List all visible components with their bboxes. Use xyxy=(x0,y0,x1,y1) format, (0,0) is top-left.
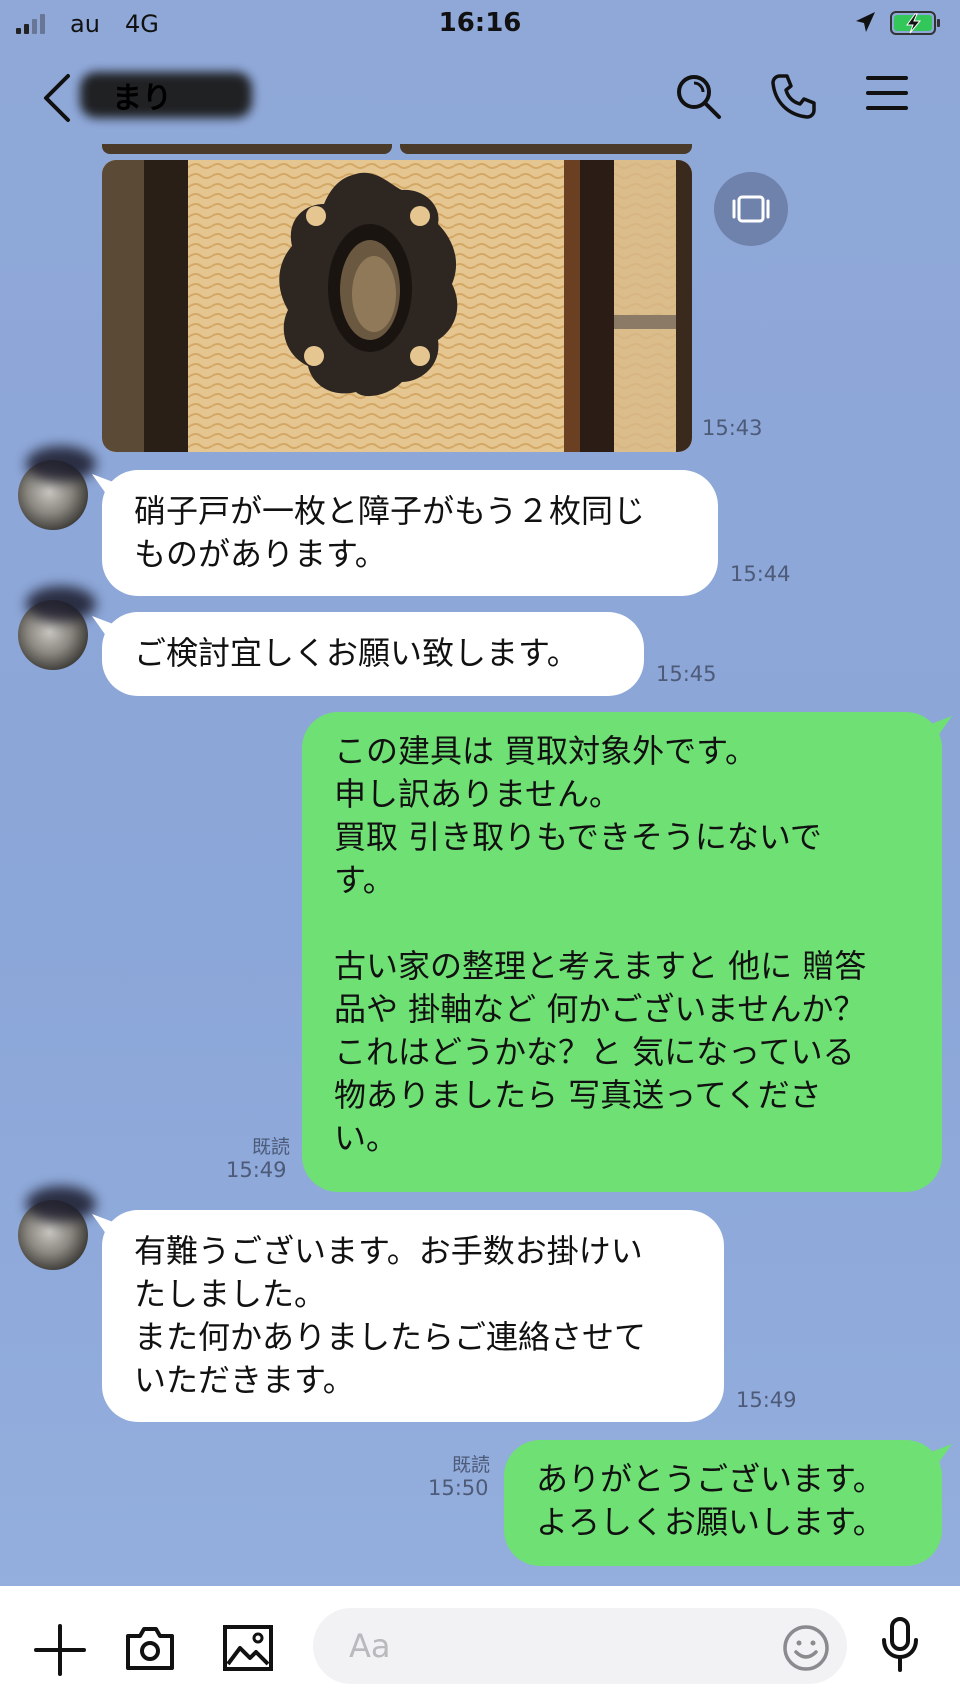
location-arrow-icon xyxy=(856,12,875,32)
emoji-icon[interactable] xyxy=(782,1624,830,1672)
previous-photo-edge[interactable] xyxy=(400,144,692,154)
back-chevron-icon[interactable] xyxy=(38,70,78,126)
phone-icon[interactable] xyxy=(770,72,818,120)
incoming-message-bubble[interactable]: 硝子戸が一枚と障子がもう２枚同じ ものがあります。 xyxy=(102,470,718,596)
contact-avatar[interactable] xyxy=(18,460,88,530)
message-time: 15:45 xyxy=(656,662,717,686)
read-receipt: 既読 xyxy=(251,1136,290,1158)
contact-avatar[interactable] xyxy=(18,600,88,670)
plus-icon[interactable] xyxy=(34,1624,86,1676)
contact-name[interactable]: まり xyxy=(80,68,252,122)
incoming-message-bubble[interactable]: 有難うございます。お手数お掛けい たしました。 また何かありましたらご連絡させて… xyxy=(102,1210,724,1422)
previous-photo-edge[interactable] xyxy=(102,144,392,154)
outgoing-message-bubble[interactable]: ありがとうございます。 よろしくお願いします。 xyxy=(504,1440,942,1566)
contact-avatar[interactable] xyxy=(18,1200,88,1270)
save-photo-button[interactable] xyxy=(714,172,788,246)
contact-name-label: まり xyxy=(112,81,172,116)
menu-icon[interactable] xyxy=(866,72,908,114)
message-time: 15:50 xyxy=(428,1476,489,1500)
status-time: 16:16 xyxy=(438,8,522,38)
battery-charging-icon xyxy=(890,11,940,35)
chat-screen: au 4G 16:16 まり 15:43 硝子戸が一枚と障子がもう２枚同じ もの… xyxy=(0,0,960,1706)
microphone-icon[interactable] xyxy=(880,1616,920,1674)
message-time: 15:43 xyxy=(702,416,763,440)
message-time: 15:49 xyxy=(226,1158,287,1182)
door-handle-photo xyxy=(102,160,692,452)
read-receipt: 既読 xyxy=(451,1454,490,1476)
status-bar: au 4G 16:16 xyxy=(0,0,960,48)
chat-header: まり xyxy=(0,48,960,144)
image-icon[interactable] xyxy=(222,1624,274,1672)
photo-message[interactable] xyxy=(102,160,692,452)
camera-icon[interactable] xyxy=(124,1624,176,1672)
share-stack-icon xyxy=(732,195,770,223)
search-icon[interactable] xyxy=(674,72,722,120)
message-time: 15:44 xyxy=(730,562,791,586)
outgoing-message-bubble[interactable]: この建具は 買取対象外です。 申し訳ありません。 買取 引き取りもできそうにない… xyxy=(302,712,942,1192)
message-input[interactable] xyxy=(313,1608,847,1684)
message-input-bar xyxy=(0,1586,960,1706)
incoming-message-bubble[interactable]: ご検討宜しくお願い致します。 xyxy=(102,612,644,696)
message-time: 15:49 xyxy=(736,1388,797,1412)
message-list[interactable]: 15:43 硝子戸が一枚と障子がもう２枚同じ ものがあります。 15:44 ご検… xyxy=(0,144,960,1586)
